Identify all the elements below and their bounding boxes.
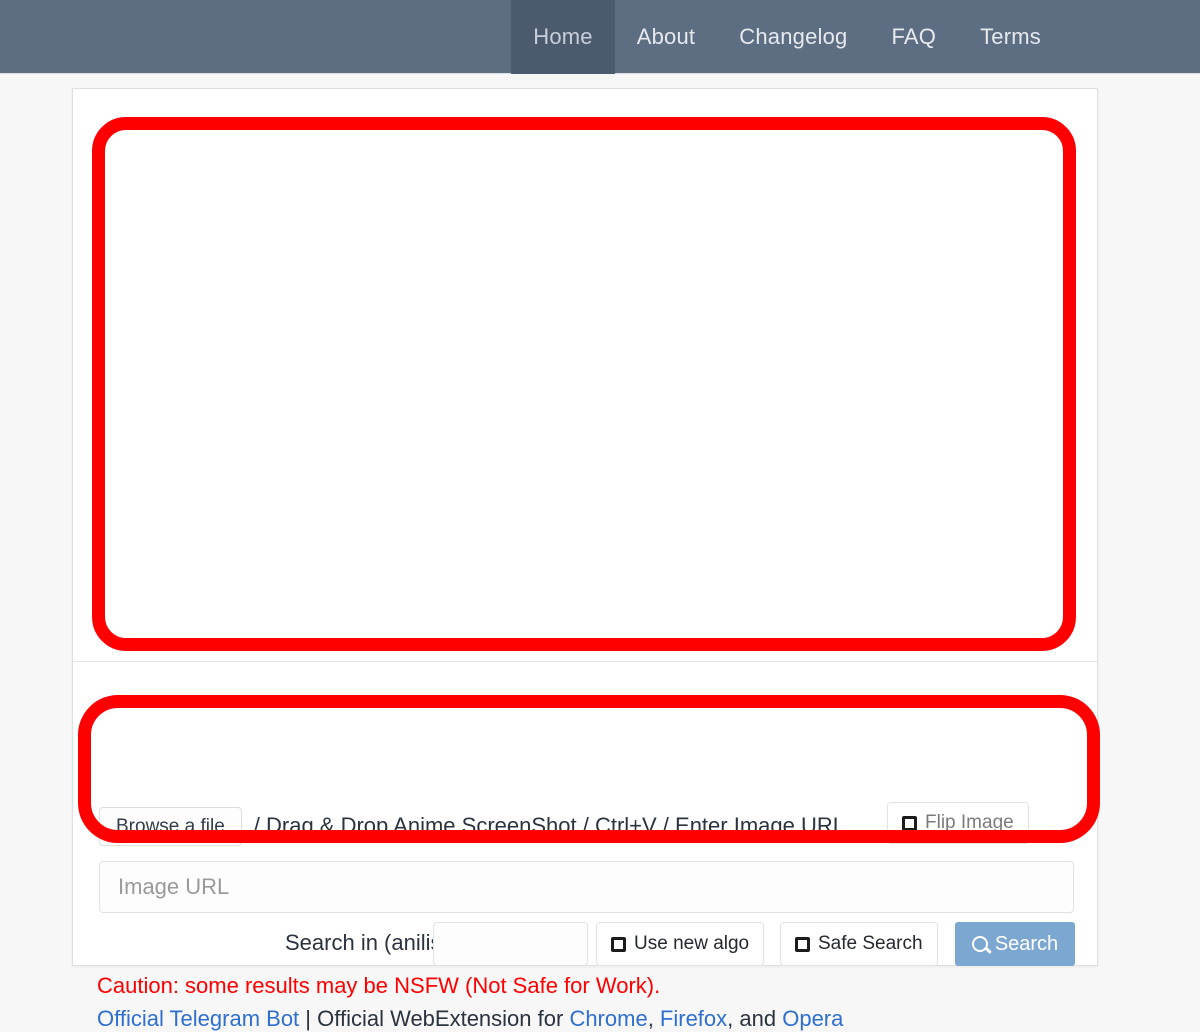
use-new-algo-checkbox[interactable]: Use new algo (596, 922, 765, 966)
browse-file-button[interactable]: Browse a file (99, 806, 242, 846)
safe-search-label: Safe Search (818, 933, 923, 954)
upload-row: Browse a file / Drag & Drop Anime Screen… (99, 802, 1074, 850)
checkbox-square-icon (902, 815, 917, 831)
nav-item-faq[interactable]: FAQ (869, 0, 958, 74)
image-dropzone[interactable] (73, 89, 1097, 662)
checkbox-square-icon (795, 936, 810, 952)
nav-item-changelog[interactable]: Changelog (717, 0, 869, 74)
nav-item-about[interactable]: About (615, 0, 718, 74)
telegram-bot-link[interactable]: Official Telegram Bot (97, 1006, 299, 1031)
search-button[interactable]: Search (955, 922, 1075, 966)
nav-items-list: Home About Changelog FAQ Terms (511, 0, 1063, 74)
top-navigation-bar: Home About Changelog FAQ Terms (0, 0, 1200, 74)
footer-comma-1: , (647, 1006, 660, 1031)
safe-search-checkbox[interactable]: Safe Search (780, 922, 938, 966)
search-button-label: Search (994, 932, 1059, 955)
nav-item-about-label: About (636, 24, 696, 49)
nav-item-faq-label: FAQ (891, 24, 937, 49)
nav-item-terms-label: Terms (980, 24, 1041, 49)
firefox-link[interactable]: Firefox (660, 1006, 727, 1031)
upload-hint-text: / Drag & Drop Anime ScreenShot / Ctrl+V … (253, 813, 845, 838)
flip-image-label: Flip Image (925, 812, 1014, 833)
webextension-prefix: Official WebExtension for (317, 1006, 570, 1031)
nav-item-home-label: Home (533, 24, 593, 49)
footer-links-line: Official Telegram Bot | Official WebExte… (97, 1006, 843, 1032)
flip-image-checkbox[interactable]: Flip Image (887, 802, 1029, 844)
opera-link[interactable]: Opera (782, 1006, 843, 1031)
footer-separator: | (299, 1006, 318, 1031)
checkbox-square-icon (611, 936, 626, 952)
nav-item-changelog-label: Changelog (739, 24, 848, 49)
nav-item-terms[interactable]: Terms (958, 0, 1063, 74)
footer-and-text: , and (727, 1006, 783, 1031)
main-card: Browse a file / Drag & Drop Anime Screen… (72, 88, 1099, 1031)
nav-item-home[interactable]: Home (511, 0, 615, 74)
chrome-link[interactable]: Chrome (569, 1006, 647, 1031)
nsfw-caution-text: Caution: some results may be NSFW (Not S… (97, 973, 661, 998)
search-options-row: Search in (anilist ID): Use new algo Saf… (73, 922, 1099, 966)
use-new-algo-label: Use new algo (634, 933, 750, 954)
image-url-input[interactable] (99, 861, 1074, 913)
search-icon (971, 936, 988, 952)
anilist-id-input[interactable] (433, 922, 588, 966)
